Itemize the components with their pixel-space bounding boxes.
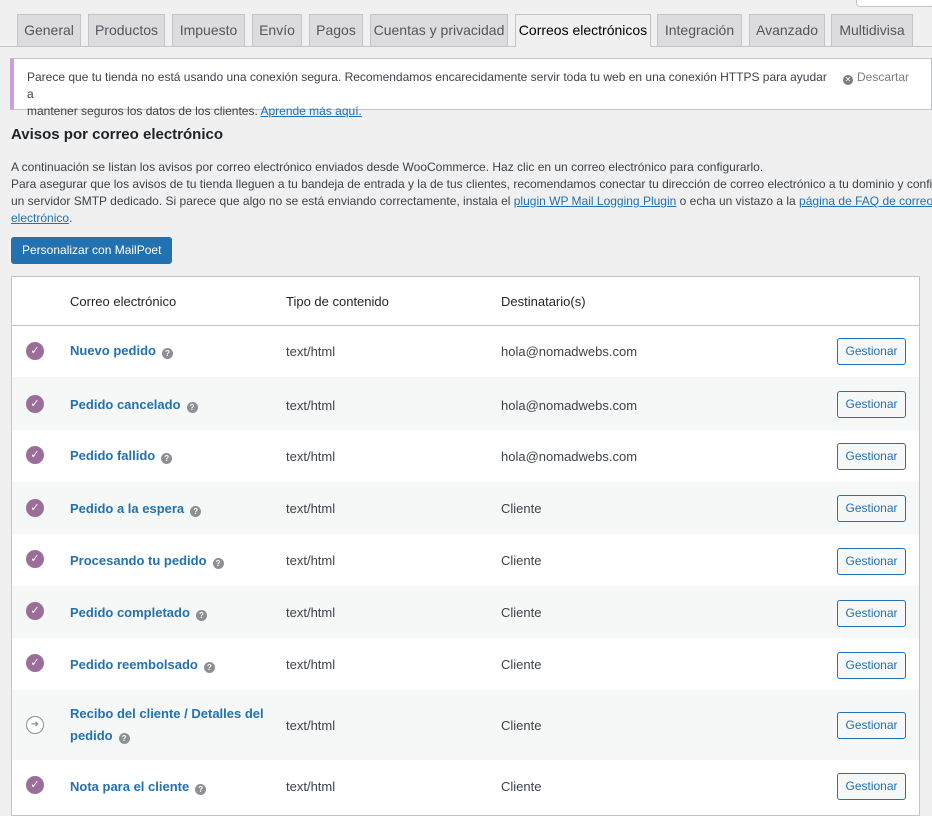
- mail-logging-plugin-link[interactable]: plugin WP Mail Logging Plugin: [514, 194, 677, 208]
- table-row: ✓ Procesando tu pedido? text/html Client…: [12, 534, 919, 586]
- notice-line-2: mantener seguros los datos de los client…: [27, 104, 261, 118]
- description-line-2: Para asegurar que los avisos de tu tiend…: [11, 177, 932, 191]
- faq-link[interactable]: página de FAQ de correo: [799, 194, 932, 208]
- manage-button[interactable]: Gestionar: [837, 495, 906, 522]
- help-icon: ?: [161, 348, 173, 359]
- tab-productos[interactable]: Productos: [88, 14, 165, 46]
- description-line-1: A continuación se listan los avisos por …: [11, 160, 764, 174]
- help-icon: ?: [190, 506, 202, 517]
- arrow-right-circle-icon: ➜: [26, 716, 44, 734]
- content-type: text/html: [286, 553, 336, 568]
- content-type: text/html: [286, 501, 336, 516]
- close-icon: ✕: [842, 75, 853, 85]
- enabled-check-icon: ✓: [26, 342, 44, 360]
- manage-button[interactable]: Gestionar: [837, 773, 906, 800]
- manage-button[interactable]: Gestionar: [837, 391, 906, 418]
- table-row: ✓ Pedido fallido? text/html hola@nomadwe…: [12, 430, 919, 482]
- settings-tabs: General Productos Impuesto Envío Pagos C…: [0, 0, 932, 47]
- header-email: Correo electrónico: [70, 294, 177, 309]
- tab-pagos[interactable]: Pagos: [309, 14, 363, 46]
- enabled-check-icon: ✓: [26, 395, 44, 413]
- recipient: Cliente: [501, 553, 542, 568]
- recipient: Cliente: [501, 718, 542, 733]
- table-header: Correo electrónico Tipo de contenido Des…: [12, 277, 919, 326]
- manage-button[interactable]: Gestionar: [837, 548, 906, 575]
- content-type: text/html: [286, 449, 336, 464]
- email-name-link[interactable]: Pedido reembolsado?: [70, 654, 270, 676]
- help-icon: ?: [195, 610, 207, 621]
- recipient: hola@nomadwebs.com: [501, 344, 638, 359]
- content-type: text/html: [286, 398, 336, 413]
- help-icon: ?: [118, 733, 130, 744]
- tab-cuentas-privacidad[interactable]: Cuentas y privacidad: [370, 14, 508, 46]
- table-row: ✓ Pedido cancelado? text/html hola@nomad…: [12, 377, 919, 430]
- tab-avanzado[interactable]: Avanzado: [749, 14, 825, 46]
- help-icon: ?: [212, 558, 224, 569]
- enabled-check-icon: ✓: [26, 776, 44, 794]
- enabled-check-icon: ✓: [26, 550, 44, 568]
- tab-integracion[interactable]: Integración: [657, 14, 742, 46]
- description-line-4: electrónico.: [11, 211, 73, 225]
- header-recipients: Destinatario(s): [501, 294, 586, 309]
- manage-button[interactable]: Gestionar: [837, 443, 906, 470]
- email-name-link[interactable]: Pedido completado?: [70, 602, 270, 624]
- manage-button[interactable]: Gestionar: [837, 652, 906, 679]
- dismiss-label: Descartar: [856, 70, 909, 84]
- help-icon: ?: [186, 402, 198, 413]
- enabled-check-icon: ✓: [26, 654, 44, 672]
- https-notice: Parece que tu tienda no está usando una …: [10, 58, 932, 118]
- table-row: ✓ Pedido a la espera? text/html Cliente …: [12, 482, 919, 534]
- dismiss-button[interactable]: ✕ Descartar: [842, 69, 909, 86]
- content-type: text/html: [286, 779, 336, 794]
- customize-mailpoet-button[interactable]: Personalizar con MailPoet: [11, 237, 173, 264]
- learn-more-link[interactable]: Aprende más aquí.: [260, 104, 361, 118]
- manage-button[interactable]: Gestionar: [837, 338, 906, 365]
- recipient: Cliente: [501, 657, 542, 672]
- manage-button[interactable]: Gestionar: [837, 600, 906, 627]
- notice-text: Parece que tu tienda no está usando una …: [27, 69, 827, 120]
- page-title: Avisos por correo electrónico: [11, 126, 224, 143]
- section-description: A continuación se listan los avisos por …: [11, 159, 932, 227]
- enabled-check-icon: ✓: [26, 602, 44, 620]
- tab-correos-electronicos[interactable]: Correos electrónicos: [515, 14, 651, 47]
- tab-envio[interactable]: Envío: [252, 14, 302, 46]
- help-icon: ?: [161, 453, 173, 464]
- email-name-link[interactable]: Nota para el cliente?: [70, 776, 270, 798]
- table-row: ✓ Pedido completado? text/html Cliente G…: [12, 586, 919, 638]
- email-notifications-table: Correo electrónico Tipo de contenido Des…: [11, 276, 920, 816]
- email-name-link[interactable]: Procesando tu pedido?: [70, 550, 270, 572]
- description-line-3: un servidor SMTP dedicado. Si parece que…: [11, 194, 932, 208]
- content-type: text/html: [286, 344, 336, 359]
- tab-impuesto[interactable]: Impuesto: [172, 14, 245, 46]
- table-row: ✓ Nuevo pedido? text/html hola@nomadwebs…: [12, 325, 919, 377]
- recipient: Cliente: [501, 779, 542, 794]
- recipient: hola@nomadwebs.com: [501, 449, 638, 464]
- recipient: hola@nomadwebs.com: [501, 398, 638, 413]
- email-name-link[interactable]: Pedido fallido?: [70, 445, 270, 467]
- enabled-check-icon: ✓: [26, 499, 44, 517]
- tab-multidivisa[interactable]: Multidivisa: [831, 14, 913, 46]
- enabled-check-icon: ✓: [26, 446, 44, 464]
- manage-button[interactable]: Gestionar: [837, 712, 906, 739]
- recipient: Cliente: [501, 605, 542, 620]
- tab-general[interactable]: General: [17, 14, 81, 46]
- content-type: text/html: [286, 605, 336, 620]
- content-type: text/html: [286, 718, 336, 733]
- faq-link-continued[interactable]: electrónico: [11, 211, 69, 225]
- email-name-link[interactable]: Nuevo pedido?: [70, 340, 270, 362]
- table-row: ✓ Pedido reembolsado? text/html Cliente …: [12, 638, 919, 690]
- table-row: ✓ Nota para el cliente? text/html Client…: [12, 760, 919, 815]
- help-icon: ?: [203, 662, 215, 673]
- recipient: Cliente: [501, 501, 542, 516]
- help-icon: ?: [195, 784, 207, 795]
- email-name-link[interactable]: Recibo del cliente / Detalles del pedido?: [70, 703, 270, 747]
- email-name-link[interactable]: Pedido cancelado?: [70, 394, 270, 416]
- email-name-link[interactable]: Pedido a la espera?: [70, 498, 270, 520]
- content-type: text/html: [286, 657, 336, 672]
- notice-line-1: Parece que tu tienda no está usando una …: [27, 70, 827, 101]
- table-row: ➜ Recibo del cliente / Detalles del pedid…: [12, 690, 919, 760]
- header-content-type: Tipo de contenido: [286, 294, 389, 309]
